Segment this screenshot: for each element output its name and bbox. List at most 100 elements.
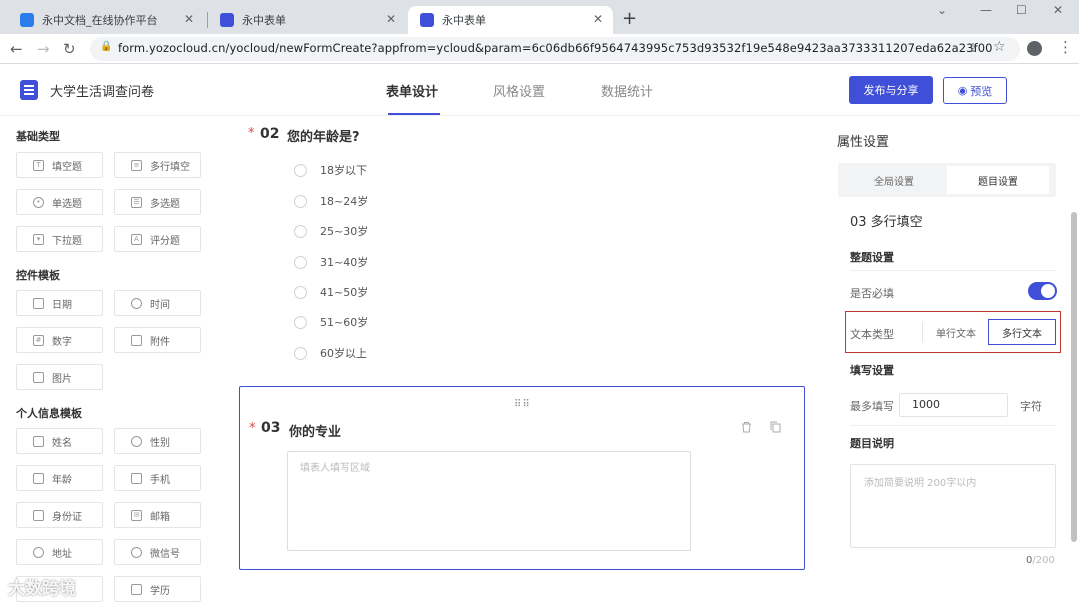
forward-icon[interactable]: → bbox=[37, 40, 50, 58]
tool-label: 地址 bbox=[52, 548, 72, 560]
tool-label: 姓名 bbox=[52, 437, 72, 449]
option-item[interactable]: 41~50岁 bbox=[294, 284, 368, 300]
option-item[interactable]: 18~24岁 bbox=[294, 193, 368, 209]
tab-title: 永中表单 bbox=[242, 14, 286, 27]
tab-search-icon[interactable]: ⌄ bbox=[937, 3, 947, 17]
browser-tab-1[interactable]: 永中文档_在线协作平台 ✕ bbox=[8, 6, 204, 34]
tool-age[interactable]: 年龄 bbox=[16, 465, 103, 491]
segment-global-settings[interactable]: 全局设置 bbox=[841, 166, 947, 194]
tool-label: 数字 bbox=[52, 336, 72, 348]
number-icon: # bbox=[33, 334, 44, 346]
tool-image[interactable]: 图片 bbox=[16, 364, 103, 390]
lock-icon[interactable]: 🔒 bbox=[100, 41, 112, 52]
drag-handle-icon[interactable]: ⠿⠿ bbox=[514, 399, 531, 410]
answer-textarea[interactable]: 填表人填写区域 bbox=[287, 451, 691, 551]
browser-tab-3-active[interactable]: 永中表单 ✕ bbox=[408, 6, 613, 34]
new-tab-button[interactable]: + bbox=[622, 8, 637, 29]
option-item[interactable]: 31~40岁 bbox=[294, 254, 368, 270]
browser-tab-2[interactable]: 永中表单 ✕ bbox=[208, 6, 406, 34]
yozo-form-favicon-icon bbox=[420, 13, 434, 27]
section-whole-question: 整题设置 bbox=[850, 251, 894, 264]
tool-gender[interactable]: 性别 bbox=[114, 428, 201, 454]
option-item[interactable]: 60岁以上 bbox=[294, 345, 367, 361]
form-title[interactable]: 大学生活调查问卷 bbox=[50, 81, 154, 100]
radio-icon[interactable] bbox=[294, 285, 307, 299]
tool-multi-choice[interactable]: ☰ 多选题 bbox=[114, 189, 201, 215]
close-tab-icon[interactable]: ✕ bbox=[593, 12, 603, 26]
required-mark: * bbox=[248, 126, 255, 141]
tool-single-choice[interactable]: • 单选题 bbox=[16, 189, 103, 215]
section-title-controls: 控件模板 bbox=[16, 269, 60, 282]
close-tab-icon[interactable]: ✕ bbox=[386, 12, 396, 26]
radio-icon[interactable] bbox=[294, 255, 307, 269]
radio-icon[interactable] bbox=[294, 346, 307, 360]
copy-icon[interactable] bbox=[770, 421, 781, 433]
close-tab-icon[interactable]: ✕ bbox=[184, 12, 194, 26]
radio-icon[interactable] bbox=[294, 194, 307, 208]
radio-icon[interactable] bbox=[294, 315, 307, 329]
tool-rating[interactable]: A 评分题 bbox=[114, 226, 201, 252]
required-toggle[interactable] bbox=[1028, 282, 1057, 300]
tool-attachment[interactable]: 附件 bbox=[114, 327, 201, 353]
section-title-basic: 基础类型 bbox=[16, 130, 60, 143]
tool-label: 单选题 bbox=[52, 198, 82, 210]
properties-title: 属性设置 bbox=[837, 135, 890, 150]
menu-kebab-icon[interactable]: ⋮ bbox=[1058, 38, 1073, 56]
tool-label: 附件 bbox=[150, 336, 170, 348]
publish-share-button[interactable]: 发布与分享 bbox=[849, 76, 933, 104]
tool-name[interactable]: 姓名 bbox=[16, 428, 103, 454]
single-line-text-option[interactable]: 单行文本 bbox=[928, 319, 984, 345]
tool-education[interactable]: 学历 bbox=[114, 576, 201, 602]
option-item[interactable]: 25~30岁 bbox=[294, 223, 368, 239]
option-item[interactable]: 18岁以下 bbox=[294, 162, 367, 178]
share-icon[interactable]: ⇪ bbox=[968, 41, 978, 55]
back-icon[interactable]: ← bbox=[10, 40, 23, 58]
tab-form-design[interactable]: 表单设计 bbox=[386, 81, 438, 100]
tool-date[interactable]: 日期 bbox=[16, 290, 103, 316]
clock-icon bbox=[131, 297, 142, 309]
tab-data-statistics[interactable]: 数据统计 bbox=[601, 81, 653, 100]
radio-icon[interactable] bbox=[294, 224, 307, 238]
tool-label: 图片 bbox=[52, 373, 72, 385]
segment-question-settings[interactable]: 题目设置 bbox=[947, 166, 1049, 194]
close-window-icon[interactable]: ✕ bbox=[1053, 3, 1063, 17]
address-bar-row: ← → ↻ 🔒 form.yozocloud.cn/yocloud/newFor… bbox=[0, 34, 1079, 64]
tool-id-card[interactable]: 身份证 bbox=[16, 502, 103, 528]
tool-time[interactable]: 时间 bbox=[114, 290, 201, 316]
tool-label: 微信号 bbox=[150, 548, 180, 560]
folder-icon bbox=[131, 334, 142, 346]
profile-avatar-icon[interactable] bbox=[1027, 41, 1042, 56]
tab-style-settings[interactable]: 风格设置 bbox=[493, 81, 545, 100]
yozo-form-favicon-icon bbox=[220, 13, 234, 27]
question-title[interactable]: 你的专业 bbox=[289, 421, 341, 440]
multi-line-text-option[interactable]: 多行文本 bbox=[988, 319, 1056, 345]
tool-phone[interactable]: 手机 bbox=[114, 465, 201, 491]
page-scrollbar[interactable] bbox=[1071, 212, 1077, 542]
minimize-icon[interactable]: — bbox=[980, 3, 992, 17]
tool-address[interactable]: 地址 bbox=[16, 539, 103, 565]
radio-icon[interactable] bbox=[294, 163, 307, 177]
form-logo-icon bbox=[20, 80, 38, 100]
tool-label: 评分题 bbox=[150, 235, 180, 247]
option-item[interactable]: 51~60岁 bbox=[294, 314, 368, 330]
tab-title: 永中文档_在线协作平台 bbox=[42, 14, 158, 27]
reload-icon[interactable]: ↻ bbox=[63, 40, 76, 58]
max-length-input[interactable]: 1000 bbox=[899, 393, 1008, 417]
tool-dropdown[interactable]: ▾ 下拉题 bbox=[16, 226, 103, 252]
tool-number[interactable]: # 数字 bbox=[16, 327, 103, 353]
preview-button[interactable]: ◉ 预览 bbox=[943, 77, 1007, 104]
tool-multiline[interactable]: ≡ 多行填空 bbox=[114, 152, 201, 178]
option-label: 41~50岁 bbox=[320, 286, 369, 299]
calendar-icon bbox=[33, 297, 44, 309]
app-header: 大学生活调查问卷 表单设计 风格设置 数据统计 发布与分享 ◉ 预览 bbox=[0, 64, 1079, 116]
bookmark-star-icon[interactable]: ☆ bbox=[993, 39, 1006, 55]
description-textarea[interactable]: 添加简要说明 200字以内 bbox=[850, 464, 1056, 548]
tool-email[interactable]: ✉ 邮箱 bbox=[114, 502, 201, 528]
tool-label: 邮箱 bbox=[150, 511, 170, 523]
maximize-icon[interactable]: ☐ bbox=[1016, 3, 1027, 17]
tool-wechat[interactable]: 微信号 bbox=[114, 539, 201, 565]
tool-fill-blank[interactable]: T 填空题 bbox=[16, 152, 103, 178]
tool-label: 填空题 bbox=[52, 161, 82, 173]
url-text[interactable]: form.yozocloud.cn/yocloud/newFormCreate?… bbox=[118, 41, 993, 55]
delete-trash-icon[interactable] bbox=[741, 421, 752, 433]
